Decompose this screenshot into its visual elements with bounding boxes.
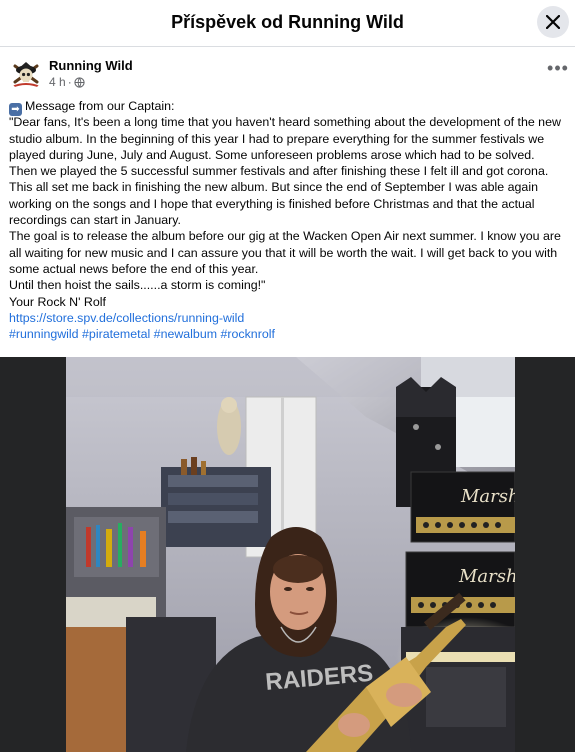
post-photo[interactable]: Marshall Marshall RAIDERS [66,357,515,752]
more-options-button[interactable]: ••• [547,59,569,81]
post-line: all waiting for new music and I can assu… [9,245,558,260]
post-line: "Dear fans, It's been a long time that y… [9,115,561,130]
post-line: played during June, July and August. Som… [9,147,535,162]
post-photo-container: Marshall Marshall RAIDERS [0,357,575,752]
hashtag-link[interactable]: #piratemetal [82,327,150,341]
post-line: Your Rock N' Rolf [9,294,106,309]
close-icon [546,15,560,29]
photo-illustration: Marshall Marshall RAIDERS [66,357,515,752]
post-header: Running Wild 4 h · ••• [0,47,575,95]
hashtag-link[interactable]: #newalbum [154,327,217,341]
post-meta: 4 h · [49,75,85,89]
dialog-header: Příspěvek od Running Wild [0,0,575,47]
dialog-title: Příspěvek od Running Wild [171,12,404,32]
amp-logo-bottom: Marshall [458,566,515,587]
avatar[interactable] [9,57,43,91]
hashtag-link[interactable]: #rocknrolf [221,327,275,341]
link-line: https://store.spv.de/collections/running… [9,310,569,326]
skull-logo-icon [11,62,41,88]
author-name[interactable]: Running Wild [49,58,133,73]
post-text: ➡ Message from our Captain: "Dear fans, I… [9,98,569,342]
post-line: working on the songs and I hope that eve… [9,196,535,211]
post-line: some actual news before the end of this … [9,261,259,276]
amp-logo-top: Marshall [460,486,515,507]
meta-separator: · [67,75,72,89]
close-button[interactable] [537,6,569,38]
store-link[interactable]: https://store.spv.de/collections/running… [9,311,244,325]
post-time[interactable]: 4 h [49,75,66,89]
globe-icon [74,76,85,88]
post-line: The goal is to release the album before … [9,229,561,244]
post-line: This all set me back in finishing the ne… [9,180,538,195]
hashtag-line: #runningwild #piratemetal #newalbum #roc… [9,326,569,342]
hashtag-link[interactable]: #runningwild [9,327,79,341]
post-line: Then we played the 5 successful summer f… [9,164,549,179]
post-line: ➡ Message from our Captain: [9,98,569,116]
post-line: Until then hoist the sails......a storm … [9,278,266,293]
post-line: studio album. In the beginning of this y… [9,131,545,146]
post-line: recordings can start in January. [9,213,181,228]
